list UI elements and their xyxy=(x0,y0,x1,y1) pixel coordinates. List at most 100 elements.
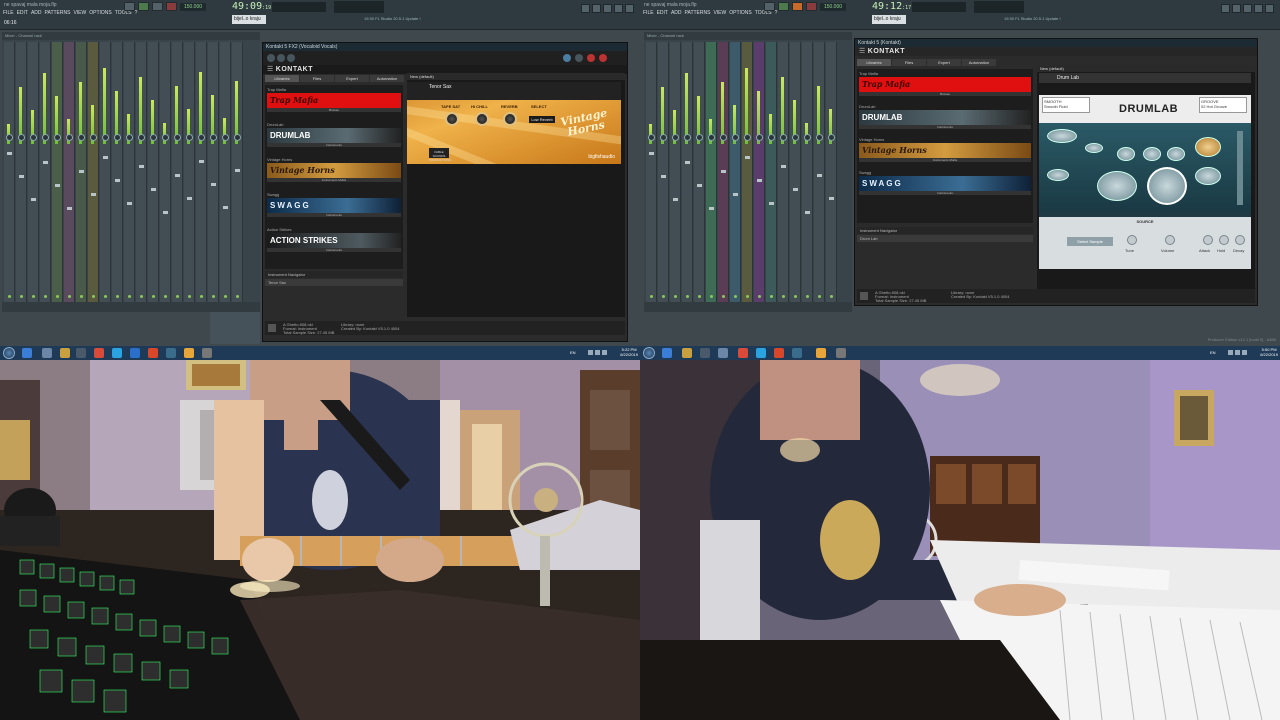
library-sub-tabs[interactable]: Instruments xyxy=(267,143,401,147)
pan-knob[interactable] xyxy=(708,134,715,141)
volume-fader[interactable] xyxy=(79,170,84,173)
crash-pad-selected[interactable] xyxy=(1195,137,1221,157)
mixer-channel-strip[interactable] xyxy=(682,42,693,304)
pan-knob[interactable] xyxy=(768,134,775,141)
route-indicator[interactable] xyxy=(662,295,665,298)
volume-knob[interactable] xyxy=(1165,235,1175,245)
panic-icon[interactable] xyxy=(599,54,607,62)
piano-roll-icon[interactable] xyxy=(1232,4,1241,13)
library-entry[interactable]: Trap Mafia Trap Mafia Browse xyxy=(859,71,1031,96)
menu-file[interactable]: FILE xyxy=(3,10,14,16)
volume-fader[interactable] xyxy=(793,188,798,191)
cymbal-pad[interactable] xyxy=(1047,129,1077,143)
route-indicator[interactable] xyxy=(830,295,833,298)
pan-knob[interactable] xyxy=(720,134,727,141)
tab-files[interactable]: Files xyxy=(300,75,334,82)
mixer-icon[interactable] xyxy=(1254,4,1263,13)
app2-icon[interactable] xyxy=(792,348,802,358)
reverb-knob[interactable] xyxy=(503,112,517,126)
route-indicator[interactable] xyxy=(128,295,131,298)
volume-fader[interactable] xyxy=(781,165,786,168)
route-indicator[interactable] xyxy=(722,295,725,298)
route-indicator[interactable] xyxy=(806,295,809,298)
mixer-channel-strip[interactable] xyxy=(196,42,207,304)
volume-fader[interactable] xyxy=(175,174,180,177)
volume-fader[interactable] xyxy=(223,206,228,209)
hihat-pad[interactable] xyxy=(1047,169,1069,181)
cpu-icon[interactable] xyxy=(575,54,583,62)
route-indicator[interactable] xyxy=(698,295,701,298)
mixer-channel-strip[interactable] xyxy=(826,42,837,304)
volume-fader[interactable] xyxy=(139,165,144,168)
menu-add[interactable]: ADD xyxy=(31,10,42,16)
pan-knob[interactable] xyxy=(30,134,37,141)
library-entry[interactable]: DrumLab DRUMLAB Instruments xyxy=(267,122,401,147)
pan-knob[interactable] xyxy=(198,134,205,141)
pan-knob[interactable] xyxy=(42,134,49,141)
language-indicator[interactable]: EN xyxy=(1210,350,1216,355)
multi-rack-header[interactable]: New (default) xyxy=(1037,65,1255,72)
mixer-channel-strip[interactable] xyxy=(52,42,63,304)
pan-knob[interactable] xyxy=(780,134,787,141)
route-indicator[interactable] xyxy=(200,295,203,298)
pattern-selector[interactable]: bijel..o kraju xyxy=(232,15,266,24)
pan-knob[interactable] xyxy=(138,134,145,141)
pan-knob[interactable] xyxy=(102,134,109,141)
app2-icon[interactable] xyxy=(166,348,176,358)
mixer-channel-strip[interactable] xyxy=(220,42,231,304)
pan-knob[interactable] xyxy=(660,134,667,141)
tab-automation[interactable]: Automation xyxy=(370,75,404,82)
pan-knob[interactable] xyxy=(684,134,691,141)
mixer-channel-strip[interactable] xyxy=(28,42,39,304)
library-banner[interactable]: ACTION STRIKES xyxy=(267,233,401,248)
brave-icon[interactable] xyxy=(148,348,158,358)
volume-fader[interactable] xyxy=(697,184,702,187)
pan-knob[interactable] xyxy=(162,134,169,141)
route-indicator[interactable] xyxy=(116,295,119,298)
rack-view-icon[interactable] xyxy=(277,54,285,62)
brave-icon[interactable] xyxy=(774,348,784,358)
fl-studio-icon[interactable] xyxy=(816,348,826,358)
pan-knob[interactable] xyxy=(756,134,763,141)
volume-fader[interactable] xyxy=(235,169,240,172)
mixer-channel-strip[interactable] xyxy=(64,42,75,304)
mixer-channel-strip[interactable] xyxy=(148,42,159,304)
flag-icon[interactable] xyxy=(1242,350,1247,355)
library-banner[interactable]: Trap Mafia xyxy=(267,93,401,108)
route-indicator[interactable] xyxy=(80,295,83,298)
menu-file[interactable]: FILE xyxy=(643,10,654,16)
browser-icon[interactable] xyxy=(1265,4,1274,13)
folder-icon[interactable] xyxy=(60,348,70,358)
language-indicator[interactable]: EN xyxy=(570,350,576,355)
channel-rack-icon[interactable] xyxy=(1243,4,1252,13)
multi-rack-header[interactable]: New (default) xyxy=(407,73,625,80)
pan-knob[interactable] xyxy=(150,134,157,141)
mixer-channel-strip[interactable] xyxy=(778,42,789,304)
app-icon[interactable] xyxy=(130,348,140,358)
mixer-channel-strip[interactable] xyxy=(40,42,51,304)
volume-fader[interactable] xyxy=(829,197,834,200)
tune-knob[interactable] xyxy=(1127,235,1137,245)
volume-fader[interactable] xyxy=(31,198,36,201)
mixer-channel-strip[interactable] xyxy=(742,42,753,304)
mixer-channel-strip[interactable] xyxy=(754,42,765,304)
volume-fader[interactable] xyxy=(211,183,216,186)
mixer-channel-strip[interactable] xyxy=(670,42,681,304)
network-icon[interactable] xyxy=(1228,350,1233,355)
library-banner[interactable]: DRUMLAB xyxy=(267,128,401,143)
library-banner[interactable]: SWAGG xyxy=(859,176,1031,191)
pan-knob[interactable] xyxy=(174,134,181,141)
hi-chill-knob[interactable] xyxy=(475,112,489,126)
volume-fader[interactable] xyxy=(709,207,714,210)
route-indicator[interactable] xyxy=(140,295,143,298)
route-indicator[interactable] xyxy=(164,295,167,298)
route-indicator[interactable] xyxy=(152,295,155,298)
folder-icon[interactable] xyxy=(682,348,692,358)
route-indicator[interactable] xyxy=(236,295,239,298)
steam-icon[interactable] xyxy=(76,348,86,358)
volume-fader[interactable] xyxy=(685,161,690,164)
kit-volume-slider[interactable] xyxy=(1237,131,1243,205)
route-indicator[interactable] xyxy=(674,295,677,298)
volume-fader[interactable] xyxy=(187,197,192,200)
pattern-selector[interactable]: bijel..o kraju xyxy=(872,15,906,24)
